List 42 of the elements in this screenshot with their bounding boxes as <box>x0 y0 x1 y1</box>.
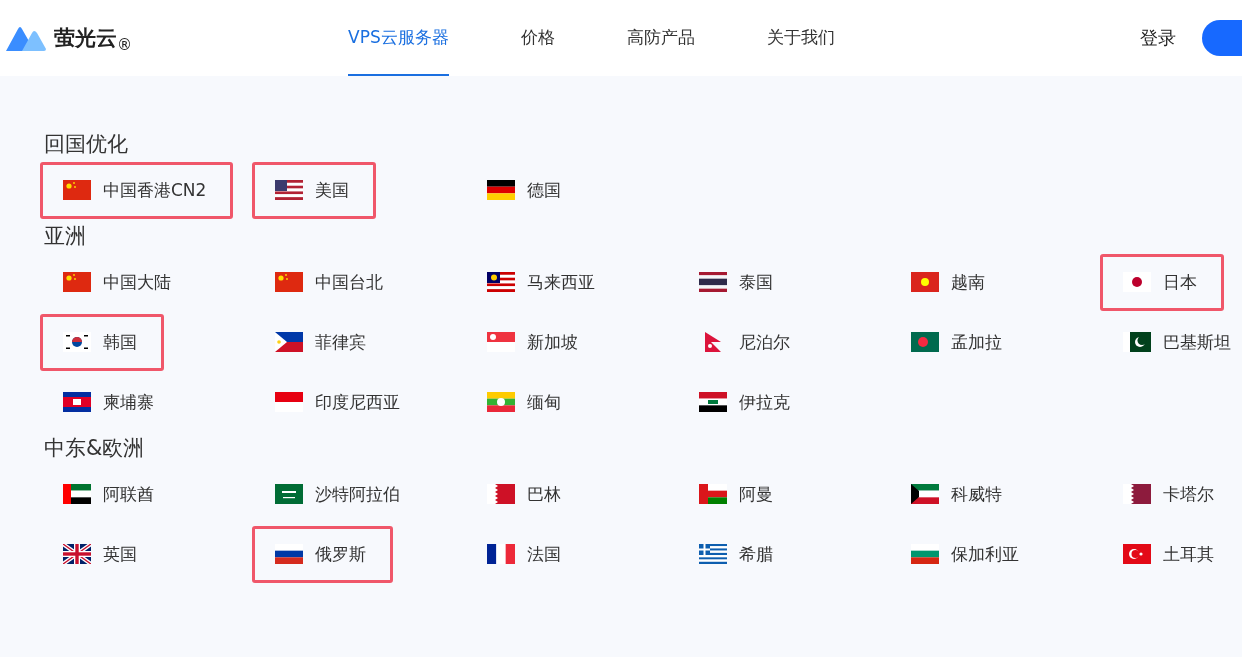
region-link[interactable]: 越南 <box>888 259 1002 305</box>
region-link[interactable]: 印度尼西亚 <box>252 379 417 425</box>
login-link[interactable]: 登录 <box>1140 26 1176 50</box>
region-link[interactable]: 沙特阿拉伯 <box>252 471 417 517</box>
region-link[interactable]: 保加利亚 <box>888 531 1036 577</box>
region-link[interactable]: 马来西亚 <box>464 259 612 305</box>
region-link[interactable]: 德国 <box>464 167 578 213</box>
region-link[interactable]: 巴林 <box>464 471 578 517</box>
region-link[interactable]: 巴基斯坦 <box>1100 319 1242 365</box>
region-link[interactable]: 法国 <box>464 531 578 577</box>
region-link[interactable]: 尼泊尔 <box>676 319 807 365</box>
nav-tab[interactable]: 高防产品 <box>626 0 695 76</box>
region-link[interactable]: 希腊 <box>676 531 790 577</box>
region-link[interactable]: 菲律宾 <box>252 319 383 365</box>
region-link[interactable]: 泰国 <box>676 259 790 305</box>
region-link[interactable]: 美国 <box>252 161 376 219</box>
region-link[interactable]: 中国香港CN2 <box>40 161 234 219</box>
section-title: 亚洲 <box>44 223 87 250</box>
region-link[interactable]: 中国台北 <box>252 259 400 305</box>
logo-text: 萤光云 <box>54 25 117 52</box>
registered-mark: ® <box>117 36 132 54</box>
region-link[interactable]: 阿联酋 <box>40 471 171 517</box>
region-link[interactable]: 英国 <box>40 531 154 577</box>
region-link[interactable]: 卡塔尔 <box>1100 471 1231 517</box>
region-link[interactable]: 科威特 <box>888 471 1019 517</box>
region-link[interactable]: 柬埔寨 <box>40 379 171 425</box>
nav-tab[interactable]: 价格 <box>520 0 555 76</box>
region-link[interactable]: 孟加拉 <box>888 319 1019 365</box>
region-link[interactable]: 缅甸 <box>464 379 578 425</box>
region-link[interactable]: 俄罗斯 <box>252 525 393 583</box>
nav-tab[interactable]: 关于我们 <box>766 0 835 76</box>
cut-off-button[interactable] <box>1202 20 1242 56</box>
region-link[interactable]: 韩国 <box>40 313 164 371</box>
region-link[interactable]: 土耳其 <box>1100 531 1231 577</box>
region-link[interactable]: 新加坡 <box>464 319 595 365</box>
region-link[interactable]: 阿曼 <box>676 471 790 517</box>
nav-tab[interactable]: VPS云服务器 <box>348 0 449 76</box>
section-title: 回国优化 <box>44 131 129 158</box>
section-title: 中东&欧洲 <box>44 435 146 462</box>
region-link[interactable]: 日本 <box>1100 253 1224 311</box>
region-link[interactable]: 伊拉克 <box>676 379 807 425</box>
region-link[interactable]: 中国大陆 <box>40 259 188 305</box>
